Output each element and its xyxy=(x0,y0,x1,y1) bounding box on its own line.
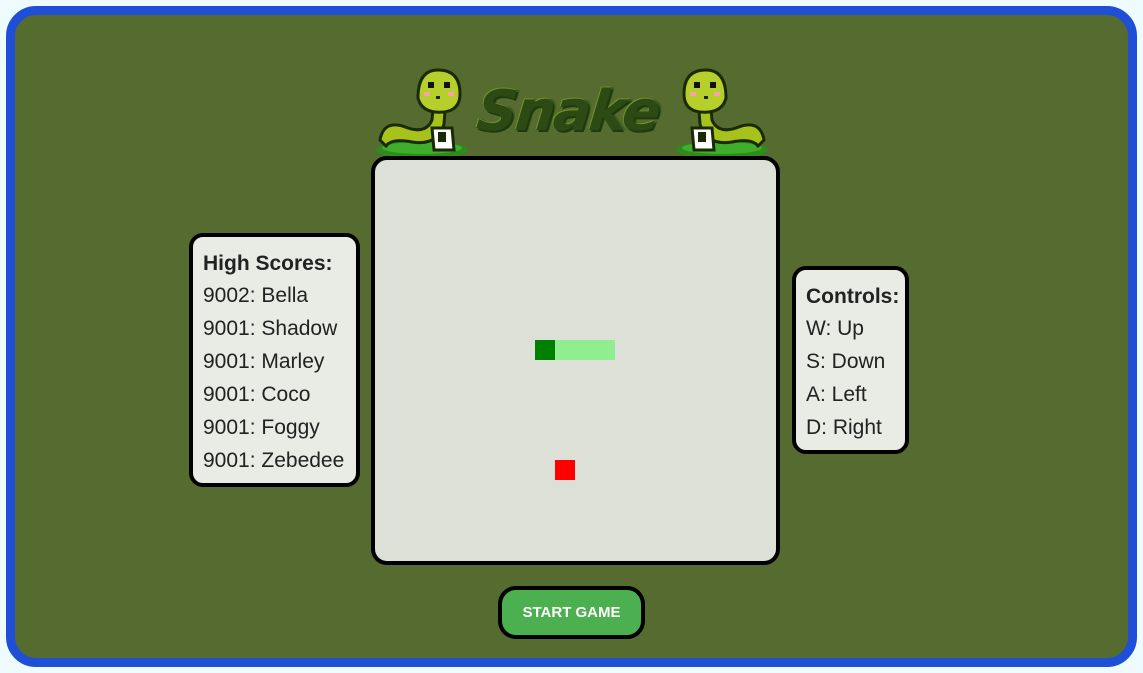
high-score-entry: 9001: Marley xyxy=(203,350,325,373)
high-score-entry: 9001: Coco xyxy=(203,383,311,406)
left-snake-mascot-icon xyxy=(376,68,468,159)
game-board-canvas xyxy=(535,340,615,480)
snake-body-segment xyxy=(595,340,615,360)
snake-body-segment xyxy=(555,340,575,360)
snake-head xyxy=(535,340,555,360)
high-scores-title: High Scores: xyxy=(203,252,333,275)
high-score-entry: 9001: Foggy xyxy=(203,416,320,439)
snake-logo: Snake xyxy=(374,58,770,162)
game-title: Snake xyxy=(473,78,663,144)
control-item-down: S: Down xyxy=(806,350,886,373)
control-item-right: D: Right xyxy=(806,416,882,439)
controls-panel: Controls: W: Up S: Down A: Left D: Right xyxy=(792,266,909,454)
controls-list: W: Up S: Down A: Left D: Right xyxy=(806,312,895,444)
control-item-up: W: Up xyxy=(806,317,864,340)
high-score-entry: 9001: Shadow xyxy=(203,317,338,340)
game-board[interactable] xyxy=(371,156,780,565)
game-frame: Snake High Scores: 9002: Bella 9001: Shad… xyxy=(6,6,1137,667)
controls-title: Controls: xyxy=(806,285,900,308)
snake-body-segment xyxy=(575,340,595,360)
high-score-entry: 9001: Zebedee xyxy=(203,449,345,472)
control-item-left: A: Left xyxy=(806,383,867,406)
high-scores-panel: High Scores: 9002: Bella 9001: Shadow 9001… xyxy=(189,233,360,487)
right-snake-mascot-icon xyxy=(676,68,768,159)
food-item xyxy=(555,460,575,480)
high-score-entry: 9002: Bella xyxy=(203,284,309,307)
start-game-button[interactable]: START GAME xyxy=(498,586,645,639)
high-scores-list: 9002: Bella 9001: Shadow 9001: Marley 9001:… xyxy=(203,279,346,477)
